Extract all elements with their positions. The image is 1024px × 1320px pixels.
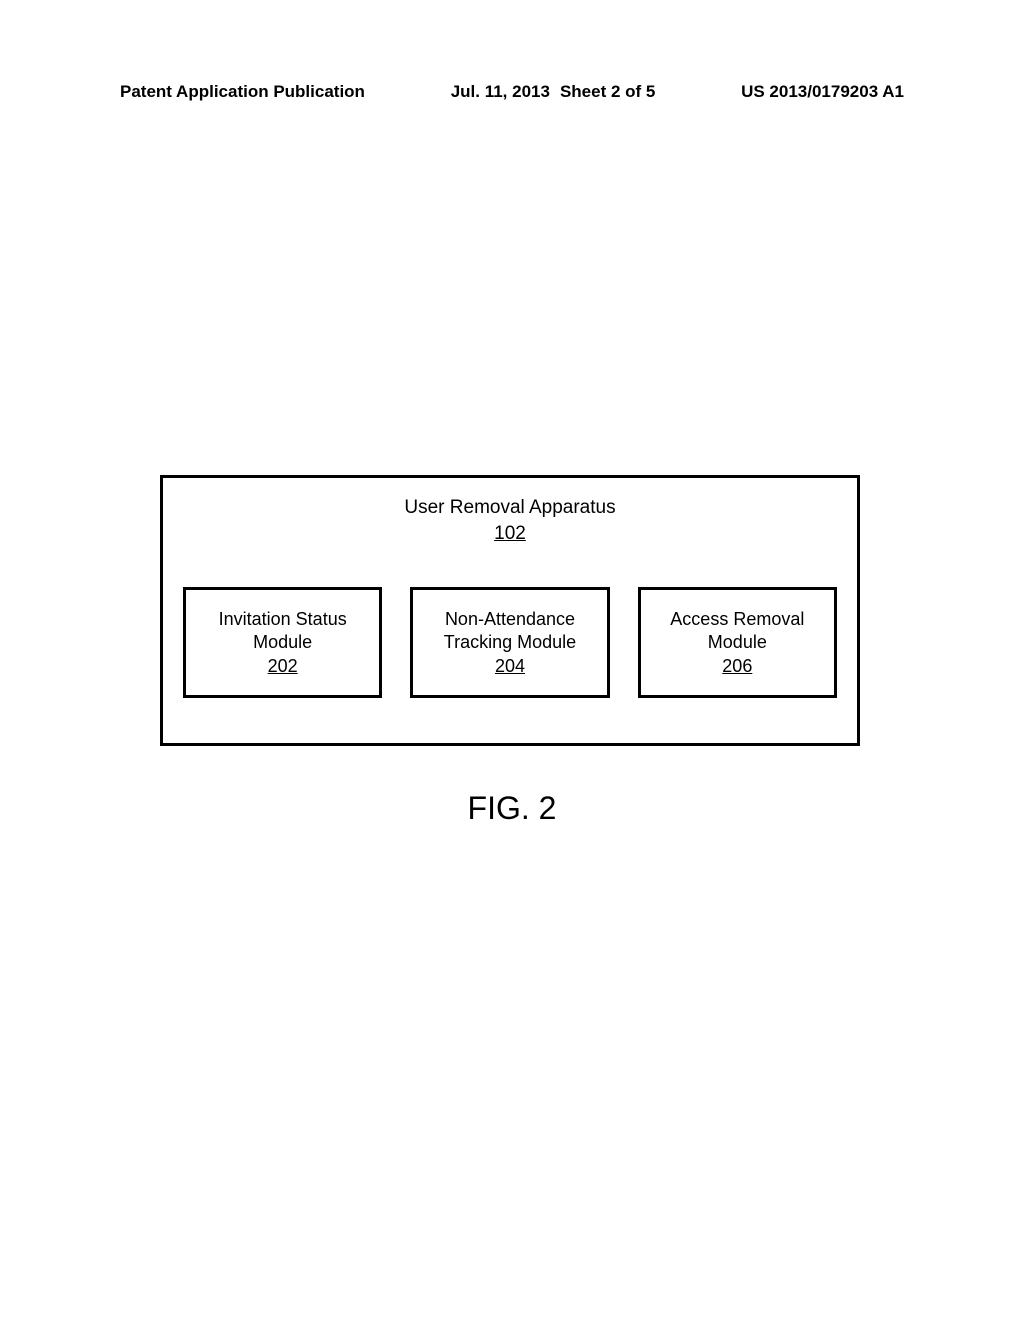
module-title-line: Module (708, 631, 767, 654)
header-center: Jul. 11, 2013 Sheet 2 of 5 (451, 82, 656, 102)
module-title-line: Non-Attendance (445, 608, 575, 631)
module-title-line: Tracking Module (444, 631, 576, 654)
modules-row: Invitation Status Module 202 Non-Attenda… (183, 587, 837, 699)
module-ref: 202 (268, 656, 298, 677)
module-ref: 204 (495, 656, 525, 677)
module-box-access-removal: Access Removal Module 206 (638, 587, 837, 699)
publication-date: Jul. 11, 2013 (451, 82, 550, 102)
sheet-info: Sheet 2 of 5 (560, 82, 655, 102)
publication-number: US 2013/0179203 A1 (741, 82, 904, 102)
module-title-line: Access Removal (670, 608, 804, 631)
module-box-non-attendance-tracking: Non-Attendance Tracking Module 204 (410, 587, 609, 699)
module-box-invitation-status: Invitation Status Module 202 (183, 587, 382, 699)
outer-box-user-removal-apparatus: User Removal Apparatus 102 Invitation St… (160, 475, 860, 746)
module-ref: 206 (722, 656, 752, 677)
module-title-line: Invitation Status (219, 608, 347, 631)
diagram-area: User Removal Apparatus 102 Invitation St… (160, 475, 860, 746)
figure-label: FIG. 2 (0, 790, 1024, 827)
outer-box-ref: 102 (494, 523, 526, 545)
publication-label: Patent Application Publication (120, 82, 365, 102)
module-title-line: Module (253, 631, 312, 654)
page-header: Patent Application Publication Jul. 11, … (0, 82, 1024, 102)
outer-box-title: User Removal Apparatus (183, 496, 837, 521)
